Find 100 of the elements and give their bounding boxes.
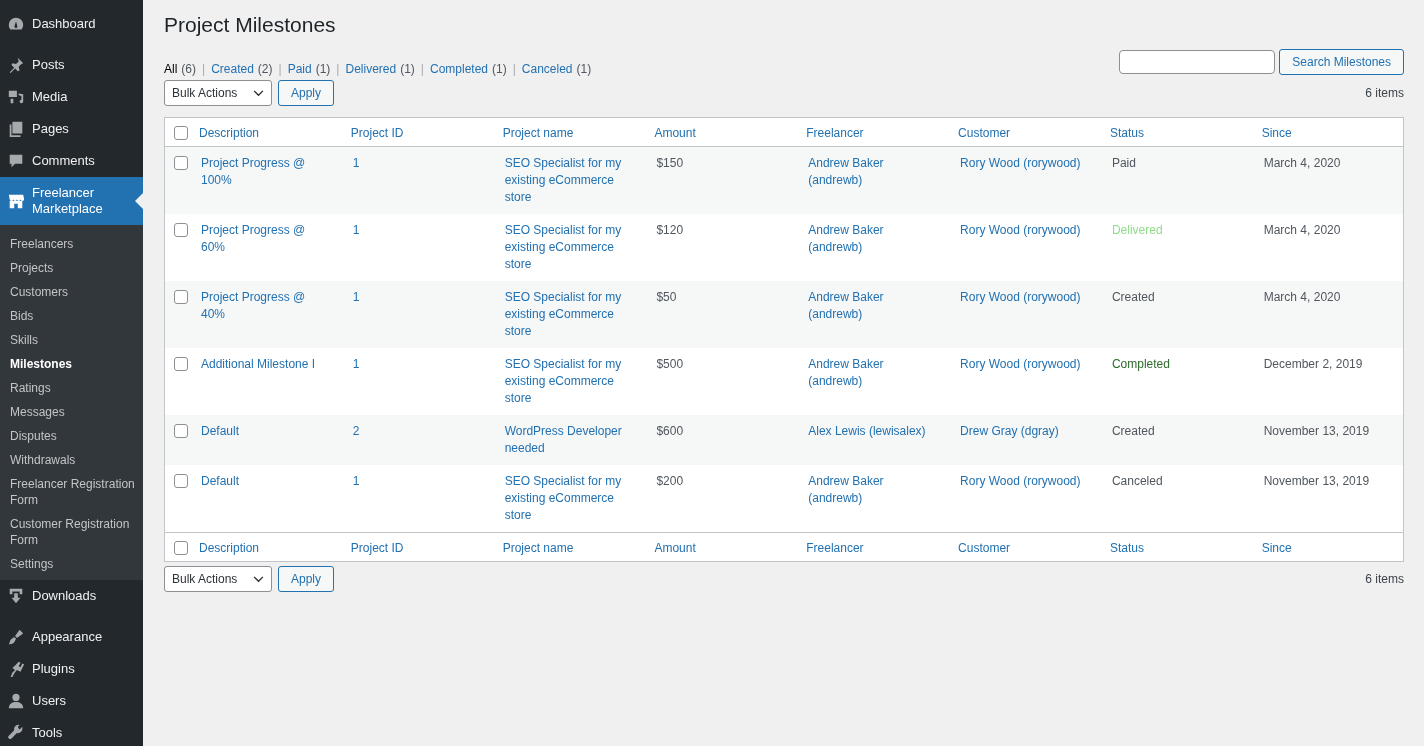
- column-header[interactable]: Amount: [644, 117, 797, 147]
- submenu-item[interactable]: Withdrawals: [0, 448, 143, 472]
- table-link[interactable]: 1: [352, 289, 483, 306]
- storefront-icon: [7, 192, 25, 210]
- menu-item[interactable]: Downloads: [0, 580, 143, 612]
- menu-item[interactable]: Media: [0, 81, 143, 113]
- column-header[interactable]: Amount: [644, 532, 797, 562]
- row-checkbox[interactable]: [174, 424, 188, 438]
- submenu-item[interactable]: Bids: [0, 304, 143, 328]
- table-link[interactable]: Rory Wood (rorywood): [960, 289, 1090, 306]
- table-cell: March 4, 2020: [1263, 156, 1341, 170]
- column-header[interactable]: Status: [1099, 532, 1252, 562]
- table-cell: $200: [656, 474, 684, 488]
- table-link[interactable]: Default: [201, 473, 331, 490]
- column-header[interactable]: Since: [1251, 117, 1404, 147]
- submenu-item[interactable]: Freelancers: [0, 232, 143, 256]
- submenu-item[interactable]: Ratings: [0, 376, 143, 400]
- column-header[interactable]: Project ID: [340, 532, 493, 562]
- submenu-item[interactable]: Freelancer Registration Form: [0, 472, 143, 512]
- submenu-item[interactable]: Skills: [0, 328, 143, 352]
- submenu-item[interactable]: Milestones: [0, 352, 143, 376]
- chevron-down-icon: [253, 89, 264, 97]
- table-link[interactable]: Rory Wood (rorywood): [960, 155, 1090, 172]
- menu-item[interactable]: Plugins: [0, 653, 143, 685]
- filter-link[interactable]: Paid: [287, 62, 312, 76]
- table-cell: $120: [656, 223, 684, 237]
- apply-button[interactable]: Apply: [278, 80, 335, 106]
- table-link[interactable]: Project Progress @ 60%: [201, 222, 331, 256]
- submenu-item[interactable]: Settings: [0, 552, 143, 576]
- table-link[interactable]: Rory Wood (rorywood): [960, 473, 1090, 490]
- submenu-item[interactable]: Customer Registration Form: [0, 512, 143, 552]
- column-header[interactable]: Freelancer: [796, 117, 949, 147]
- column-header[interactable]: Project name: [492, 532, 645, 562]
- table-link[interactable]: Additional Milestone I: [201, 356, 331, 373]
- column-header[interactable]: Customer: [948, 117, 1100, 147]
- table-link[interactable]: 1: [352, 222, 483, 239]
- column-header[interactable]: Project name: [492, 117, 645, 147]
- search-field[interactable]: [1119, 50, 1276, 74]
- table-link[interactable]: Rory Wood (rorywood): [960, 356, 1090, 373]
- table-link[interactable]: Project Progress @ 100%: [201, 155, 331, 189]
- column-header[interactable]: Since: [1251, 532, 1404, 562]
- submenu-item[interactable]: Messages: [0, 400, 143, 424]
- table-link[interactable]: Drew Gray (dgray): [960, 423, 1090, 440]
- menu-item[interactable]: Appearance: [0, 621, 143, 653]
- item-count: 6 items: [1365, 86, 1404, 100]
- submenu-item[interactable]: Customers: [0, 280, 143, 304]
- table-link[interactable]: Project Progress @ 40%: [201, 289, 331, 323]
- table-link[interactable]: Andrew Baker (andrewb): [808, 356, 939, 390]
- table-link[interactable]: SEO Specialist for my existing eCommerce store: [504, 289, 635, 340]
- row-checkbox[interactable]: [174, 223, 188, 237]
- column-header[interactable]: Freelancer: [796, 532, 949, 562]
- menu-item[interactable]: Dashboard: [0, 8, 143, 40]
- table-link[interactable]: SEO Specialist for my existing eCommerce store: [504, 155, 635, 206]
- menu-item[interactable]: Freelancer Marketplace: [0, 177, 143, 225]
- bulk-actions-dropdown[interactable]: Bulk Actions: [164, 566, 272, 592]
- menu-item[interactable]: Pages: [0, 113, 143, 145]
- separator: |: [278, 62, 282, 76]
- table-link[interactable]: Rory Wood (rorywood): [960, 222, 1090, 239]
- filter-link[interactable]: All: [164, 62, 178, 76]
- table-link[interactable]: 2: [352, 423, 483, 440]
- table-link[interactable]: 1: [352, 155, 483, 172]
- filter-link[interactable]: Delivered: [345, 62, 397, 76]
- brush-icon: [7, 628, 25, 646]
- table-link[interactable]: Andrew Baker (andrewb): [808, 222, 939, 256]
- table-link[interactable]: Default: [201, 423, 331, 440]
- column-header[interactable]: Customer: [948, 532, 1100, 562]
- filter-link[interactable]: Created: [211, 62, 254, 76]
- table-link[interactable]: Andrew Baker (andrewb): [808, 289, 939, 323]
- pages-icon: [7, 120, 25, 138]
- table-link[interactable]: WordPress Developer needed: [504, 423, 635, 457]
- table-link[interactable]: Andrew Baker (andrewb): [808, 473, 939, 507]
- menu-item[interactable]: Users: [0, 685, 143, 717]
- item-count: 6 items: [1365, 572, 1404, 586]
- row-checkbox[interactable]: [174, 357, 188, 371]
- table-link[interactable]: Andrew Baker (andrewb): [808, 155, 939, 189]
- row-checkbox[interactable]: [174, 290, 188, 304]
- filter-link[interactable]: Canceled: [521, 62, 573, 76]
- table-link[interactable]: 1: [352, 356, 483, 373]
- table-link[interactable]: SEO Specialist for my existing eCommerce store: [504, 356, 635, 407]
- submenu-item[interactable]: Projects: [0, 256, 143, 280]
- row-checkbox[interactable]: [174, 156, 188, 170]
- select-all-checkbox[interactable]: [174, 541, 188, 555]
- menu-item[interactable]: Comments: [0, 145, 143, 177]
- menu-item[interactable]: Posts: [0, 49, 143, 81]
- search-button[interactable]: Search Milestones: [1279, 49, 1404, 75]
- table-link[interactable]: Alex Lewis (lewisalex): [808, 423, 939, 440]
- table-link[interactable]: 1: [352, 473, 483, 490]
- bulk-actions-dropdown[interactable]: Bulk Actions: [164, 80, 272, 106]
- filter-link[interactable]: Completed: [429, 62, 488, 76]
- table-link[interactable]: SEO Specialist for my existing eCommerce store: [504, 473, 635, 524]
- table-link[interactable]: SEO Specialist for my existing eCommerce store: [504, 222, 635, 273]
- column-header[interactable]: Status: [1099, 117, 1252, 147]
- row-checkbox[interactable]: [174, 474, 188, 488]
- column-header[interactable]: Description: [189, 532, 341, 562]
- menu-item[interactable]: Tools: [0, 717, 143, 746]
- column-header[interactable]: Description: [189, 117, 341, 147]
- column-header[interactable]: Project ID: [340, 117, 493, 147]
- select-all-checkbox[interactable]: [174, 126, 188, 140]
- submenu-item[interactable]: Disputes: [0, 424, 143, 448]
- apply-button[interactable]: Apply: [278, 566, 335, 592]
